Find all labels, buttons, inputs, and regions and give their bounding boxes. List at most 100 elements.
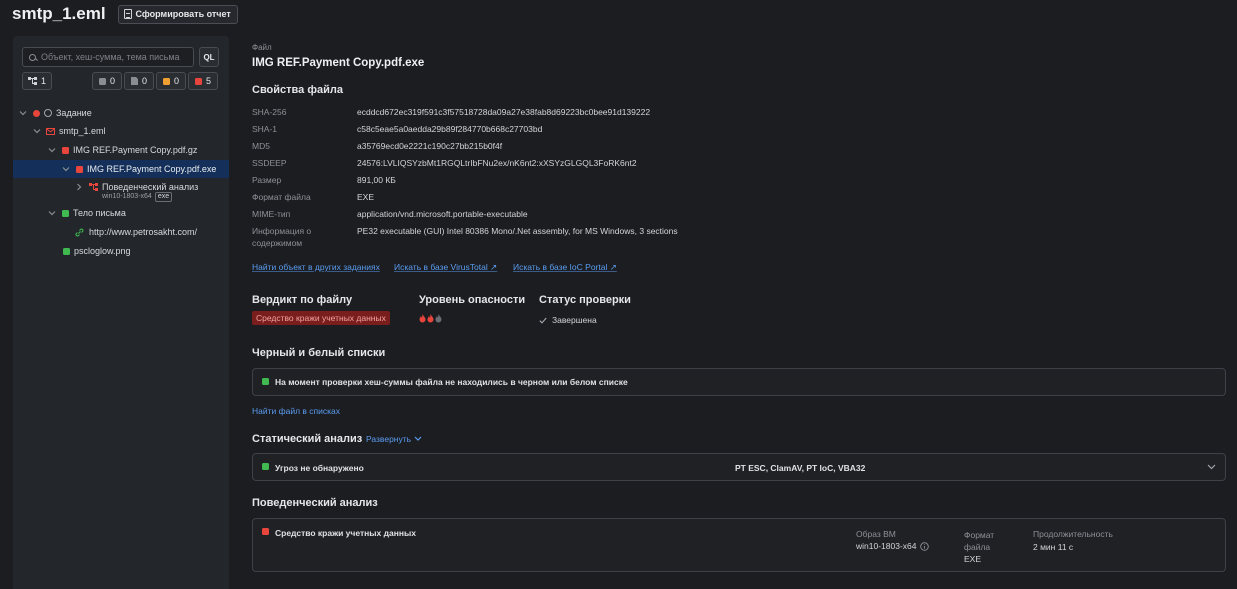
duration-value: 2 мин 11 с — [1033, 542, 1074, 552]
behavior-icon — [89, 183, 98, 191]
tree-item-gz[interactable]: IMG REF.Payment Copy.pdf.gz — [13, 141, 229, 159]
gray-count: 0 — [109, 76, 115, 86]
chevron-down-icon[interactable] — [19, 109, 27, 117]
orange-count-button[interactable]: 0 — [156, 72, 186, 90]
find-in-tasks-link[interactable]: Найти объект в других заданиях — [252, 262, 380, 272]
tree-item-label: smtp_1.eml — [59, 126, 106, 136]
vm-value: win10-1803-x64 — [856, 541, 917, 551]
green-square-icon — [63, 247, 70, 255]
tree-count-button[interactable]: 1 — [22, 72, 52, 90]
chevron-down-icon[interactable] — [62, 165, 70, 173]
vm-row: win10-1803-x64 — [856, 541, 930, 551]
tree-item-label: Поведенческий анализ — [102, 182, 199, 192]
generate-report-button[interactable]: Сформировать отчет — [117, 4, 238, 24]
danger-level — [419, 314, 443, 325]
orange-count: 0 — [173, 76, 179, 86]
ql-button[interactable]: QL — [199, 47, 219, 67]
tree-item-link[interactable]: http://www.petrosakht.com/ — [13, 223, 229, 241]
tree-item-sub: win10-1803-x64 exe — [102, 192, 198, 202]
main-content: Файл IMG REF.Payment Copy.pdf.exe Свойст… — [252, 0, 1227, 589]
mime-value: application/vnd.microsoft.portable-execu… — [357, 209, 528, 219]
tree-item-eml[interactable]: smtp_1.eml — [13, 122, 229, 140]
red-count-button[interactable]: 5 — [188, 72, 218, 90]
static-title: Статический анализ — [252, 433, 363, 445]
static-panel[interactable]: Угроз не обнаружено PT ESC, ClamAV, PT I… — [252, 453, 1226, 481]
expand-label: Развернуть — [366, 434, 412, 444]
ssdeep-value: 24576:LVLIQSYzbMt1RGQLtrIbFNu2ex/nK6nt2:… — [357, 158, 637, 168]
status-value: Завершена — [552, 315, 597, 325]
mail-icon — [46, 127, 55, 135]
chevron-down-icon[interactable] — [48, 209, 56, 217]
behavior-result: Средство кражи учетных данных — [275, 528, 416, 538]
link-icon — [75, 228, 84, 236]
status-row: Завершена — [539, 315, 597, 325]
prop-key: SHA-1 — [252, 124, 278, 134]
tree-item-label: Тело письма — [73, 208, 126, 218]
ioc-portal-link[interactable]: Искать в базе IoC Portal ↗ — [513, 262, 617, 273]
tree-item-body[interactable]: Тело письма — [13, 204, 229, 222]
search-icon — [29, 53, 36, 61]
tree-icon — [27, 77, 37, 85]
vm-name: win10-1803-x64 — [102, 193, 152, 200]
doc-count-button[interactable]: 0 — [124, 72, 154, 90]
verdict-badge: Средство кражи учетных данных — [252, 311, 390, 325]
tree-item-png[interactable]: pscloglow.png — [13, 242, 229, 260]
find-in-lists-link[interactable]: Найти файл в списках — [252, 406, 340, 416]
document-icon — [123, 9, 132, 19]
prop-key: Формат файла — [252, 192, 311, 202]
red-square-icon — [62, 146, 69, 154]
orange-square-icon — [162, 77, 170, 85]
static-result: Угроз не обнаружено — [275, 463, 364, 473]
prop-key: Информация о содержимом — [252, 226, 312, 248]
search-input[interactable] — [41, 52, 191, 62]
flame-icon — [419, 314, 426, 323]
status-title: Статус проверки — [539, 294, 631, 306]
tree-item-behavior[interactable]: Поведенческий анализ win10-1803-x64 exe — [13, 179, 229, 203]
format-label: Формат файла — [964, 530, 995, 552]
flame-icon — [427, 314, 434, 323]
lists-panel: На момент проверки хеш-суммы файла не на… — [252, 368, 1226, 396]
expand-button[interactable]: Развернуть — [366, 434, 422, 444]
content-info-value: PE32 executable (GUI) Intel 80386 Mono/.… — [357, 226, 678, 236]
lists-message: На момент проверки хеш-суммы файла не на… — [275, 377, 628, 387]
gray-count-button[interactable]: 0 — [92, 72, 122, 90]
file-name: IMG REF.Payment Copy.pdf.exe — [252, 57, 425, 69]
check-icon — [539, 317, 547, 324]
chevron-right-icon[interactable] — [75, 183, 83, 191]
search-box[interactable] — [22, 47, 194, 67]
doc-count: 0 — [141, 76, 147, 86]
generate-report-label: Сформировать отчет — [135, 9, 231, 19]
static-engines: PT ESC, ClamAV, PT IoC, VBA32 — [735, 463, 866, 473]
tree-item-exe[interactable]: IMG REF.Payment Copy.pdf.exe — [13, 160, 229, 178]
tree-item-label: http://www.petrosakht.com/ — [89, 227, 198, 237]
sha1-value: c58c5eae5a0aedda29b89f284770b668c27703bd — [357, 124, 543, 134]
behavior-panel[interactable]: Средство кражи учетных данных Образ ВМ w… — [252, 518, 1226, 572]
info-icon[interactable] — [920, 541, 930, 551]
danger-title: Уровень опасности — [419, 294, 526, 306]
duration-label: Продолжительность — [1033, 529, 1113, 539]
verdict-title: Вердикт по файлу — [252, 294, 353, 306]
file-caption: Файл — [252, 43, 272, 52]
tree-item-task[interactable]: Задание — [13, 104, 229, 122]
chevron-down-icon[interactable] — [48, 146, 56, 154]
tree-item-label: IMG REF.Payment Copy.pdf.exe — [87, 164, 217, 174]
format-value: EXE — [357, 192, 375, 202]
virustotal-link[interactable]: Искать в базе VirusTotal ↗ — [394, 262, 497, 273]
prop-key: MIME-тип — [252, 209, 291, 219]
chevron-down-icon[interactable] — [1207, 464, 1216, 470]
tree-item-label: pscloglow.png — [74, 246, 131, 256]
verdict-value: Средство кражи учетных данных — [252, 311, 390, 325]
green-square-icon — [262, 463, 269, 470]
gray-square-icon — [98, 77, 106, 85]
red-count: 5 — [205, 76, 211, 86]
prop-key: SSDEEP — [252, 158, 287, 168]
chevron-down-icon[interactable] — [33, 127, 41, 135]
page-title: smtp_1.eml — [12, 4, 106, 23]
counters: 1 0 0 0 5 — [22, 72, 220, 90]
behavior-node-text: Поведенческий анализ win10-1803-x64 exe — [102, 182, 198, 202]
top-bar: smtp_1.eml Сформировать отчет — [12, 4, 238, 24]
size-value: 891,00 КБ — [357, 175, 396, 185]
sidebar: QL 1 0 0 0 5 Задание — [13, 36, 229, 589]
gray-doc-icon — [130, 77, 138, 85]
lists-title: Черный и белый списки — [252, 347, 386, 359]
